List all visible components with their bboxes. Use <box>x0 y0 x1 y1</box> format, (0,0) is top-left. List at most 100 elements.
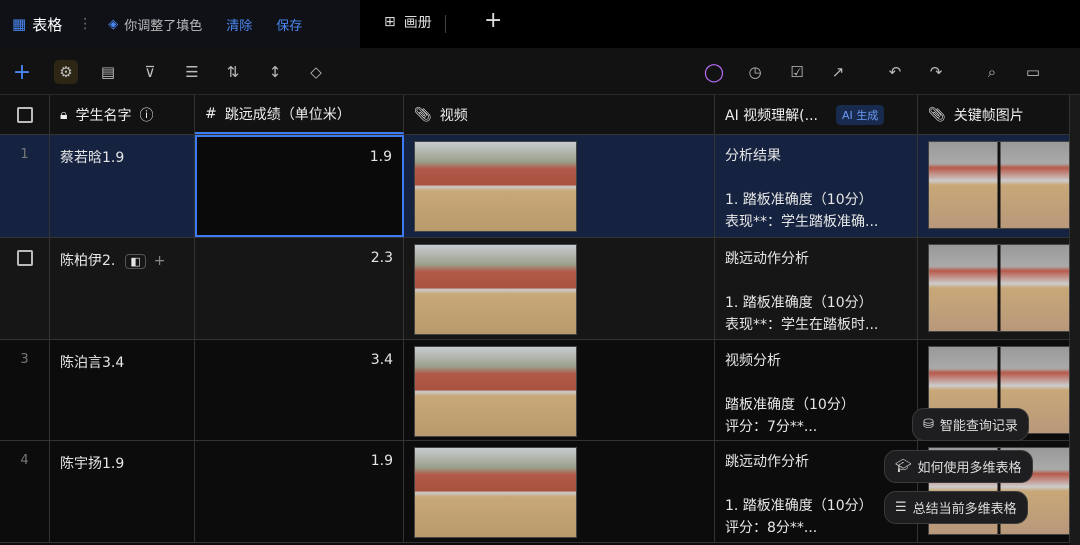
table-icon: ▦ <box>12 15 27 33</box>
suggestion-chip[interactable]: ☰ 总结当前多维表格 <box>884 491 1028 524</box>
table-row[interactable]: 1 蔡若晗1.9 1.9 分析结果 1. 踏板准确度（10分） 表现**：学生踏板准… <box>0 135 1070 238</box>
tab-gallery[interactable]: ⊞ 画册 <box>384 12 432 32</box>
ai-line: 1. 踏板准确度（10分） <box>725 295 873 311</box>
group-icon[interactable]: ☰ <box>180 60 204 84</box>
search-icon[interactable]: ⌕ <box>980 60 1004 84</box>
row-number[interactable]: 1 <box>0 135 50 237</box>
video-cell[interactable] <box>404 238 715 339</box>
more-icon[interactable]: ⋮ <box>78 16 92 32</box>
name-cell[interactable]: 蔡若晗1.9 <box>50 135 195 237</box>
score-cell[interactable]: 3.4 <box>195 340 404 440</box>
score-value: 1.9 <box>370 453 393 469</box>
column-header-name[interactable]: 🔒︎ 学生名字 ⓘ <box>50 95 195 134</box>
row-number[interactable]: 4 <box>0 441 50 542</box>
add-icon[interactable]: + <box>154 253 166 269</box>
video-thumbnail[interactable] <box>414 346 577 437</box>
info-icon[interactable]: ⓘ <box>139 105 153 125</box>
name-cell[interactable]: 陈宇扬1.9 <box>50 441 195 542</box>
grid-icon: ⊞ <box>384 14 396 30</box>
header-label: AI 视频理解(... <box>725 107 818 124</box>
fill-color-icon[interactable]: ◇ <box>304 60 328 84</box>
name-cell[interactable]: 陈柏伊2. ◧ + <box>50 238 195 339</box>
share-icon[interactable]: ↗ <box>826 60 850 84</box>
undo-icon[interactable]: ↶ <box>883 60 907 84</box>
sort-icon[interactable]: ⇅ <box>221 60 245 84</box>
select-all-checkbox[interactable] <box>0 95 50 134</box>
save-button[interactable]: 保存 <box>276 15 302 34</box>
table-row[interactable]: 陈柏伊2. ◧ + 2.3 跳远动作分析 1. 踏板准确度（10分） 表现**：学生在踏… <box>0 238 1070 340</box>
keyframe-cell[interactable] <box>918 238 1070 339</box>
score-value: 2.3 <box>370 250 393 266</box>
header-label: 视频 <box>439 107 468 124</box>
ai-title: 分析结果 <box>725 148 781 164</box>
history-icon[interactable]: ◷ <box>743 60 767 84</box>
fill-note-text: 你调整了填色 <box>124 18 203 34</box>
fill-notice: ◈ 你调整了填色 <box>108 15 202 34</box>
student-name: 陈柏伊2. <box>60 253 116 269</box>
ai-line: 1. 踏板准确度（10分） <box>725 192 873 208</box>
suggestion-chip[interactable]: 🎓︎ 如何使用多维表格 <box>884 450 1033 483</box>
ai-title: 视频分析 <box>725 353 781 369</box>
video-cell[interactable] <box>404 441 715 542</box>
score-cell[interactable]: 1.9 <box>195 441 404 542</box>
ai-line: 表现**：学生踏板准确... <box>725 214 879 230</box>
video-thumbnail[interactable] <box>414 244 577 335</box>
row-number[interactable] <box>0 238 50 339</box>
settings-icon[interactable]: ⚙ <box>54 60 78 84</box>
ai-title: 跳远动作分析 <box>725 454 809 470</box>
fill-icon: ◈ <box>108 16 119 32</box>
score-value: 3.4 <box>370 352 393 368</box>
video-cell[interactable] <box>404 135 715 237</box>
database-icon: ⛁ <box>923 417 934 432</box>
row-checkbox[interactable] <box>16 250 33 266</box>
score-cell[interactable]: 1.9 <box>195 135 404 237</box>
vertical-scrollbar[interactable] <box>1070 95 1080 545</box>
score-cell[interactable]: 2.3 <box>195 238 404 339</box>
ai-cell[interactable]: 跳远动作分析 1. 踏板准确度（10分） 表现**：学生在踏板时... <box>715 238 918 339</box>
comment-icon[interactable]: ▭ <box>1021 60 1045 84</box>
video-thumbnail[interactable] <box>414 447 577 538</box>
redo-icon[interactable]: ↷ <box>924 60 948 84</box>
tab-bar: ▦ 表格 ⋮ ◈ 你调整了填色 清除 保存 <box>0 0 360 48</box>
row-index: 3 <box>20 352 29 367</box>
ai-line: 踏板准确度（10分） <box>725 397 855 413</box>
row-index: 1 <box>20 147 29 162</box>
column-header-score[interactable]: # 跳远成绩（单位米） <box>195 95 404 134</box>
suggestion-chip[interactable]: ⛁ 智能查询记录 <box>912 408 1029 441</box>
tab-label: 画册 <box>403 15 432 31</box>
tab-table[interactable]: ▦ 表格 <box>12 14 62 35</box>
keyframe-cell[interactable] <box>918 135 1070 237</box>
expand-record-icon[interactable]: ◧ <box>125 254 146 269</box>
filter-icon[interactable]: ⊽ <box>138 60 162 84</box>
ai-title: 跳远动作分析 <box>725 251 809 267</box>
top-bar: ▦ 表格 ⋮ ◈ 你调整了填色 清除 保存 ⊞ 画册 + <box>0 0 1080 48</box>
clear-button[interactable]: 清除 <box>226 15 252 34</box>
column-header-video[interactable]: 📎︎ 视频 <box>404 95 715 134</box>
keyframe-thumbnail[interactable] <box>928 141 1070 229</box>
header-label: 跳远成绩（单位米） <box>224 106 351 123</box>
add-record-icon[interactable]: + <box>10 60 34 85</box>
header-label: 学生名字 <box>75 107 132 124</box>
chip-label: 智能查询记录 <box>939 419 1018 434</box>
field-config-icon[interactable]: ▤ <box>96 60 120 84</box>
ai-assistant-icon[interactable]: ◯ <box>702 60 726 84</box>
ai-cell[interactable]: 分析结果 1. 踏板准确度（10分） 表现**：学生踏板准确... <box>715 135 918 237</box>
lock-icon: 🔒︎ <box>60 106 68 123</box>
row-height-icon[interactable]: ↕ <box>263 60 287 84</box>
toolbar: + ⚙ ▤ ⊽ ☰ ⇅ ↕ ◇ ◯ ◷ ☑ ↗ ↶ ↷ ⌕ ▭ <box>0 48 1080 95</box>
name-cell[interactable]: 陈泊言3.4 <box>50 340 195 440</box>
table-row[interactable]: 3 陈泊言3.4 3.4 视频分析 踏板准确度（10分） 评分：7分**... <box>0 340 1070 441</box>
number-field-icon: # <box>205 105 217 122</box>
row-number[interactable]: 3 <box>0 340 50 440</box>
student-name: 陈泊言3.4 <box>60 355 125 371</box>
ai-cell[interactable]: 视频分析 踏板准确度（10分） 评分：7分**... <box>715 340 918 440</box>
video-cell[interactable] <box>404 340 715 440</box>
column-header-ai[interactable]: AI 视频理解(... AI 生成 <box>715 95 918 134</box>
ai-line: 评分：8分**... <box>725 520 818 536</box>
column-header-keyframe[interactable]: 📎︎ 关键帧图片 <box>918 95 1070 134</box>
checklist-icon[interactable]: ☑ <box>785 60 809 84</box>
keyframe-thumbnail[interactable] <box>928 244 1070 332</box>
add-view-button[interactable]: + <box>484 8 502 33</box>
graduation-cap-icon: 🎓︎ <box>895 459 912 474</box>
video-thumbnail[interactable] <box>414 141 577 232</box>
